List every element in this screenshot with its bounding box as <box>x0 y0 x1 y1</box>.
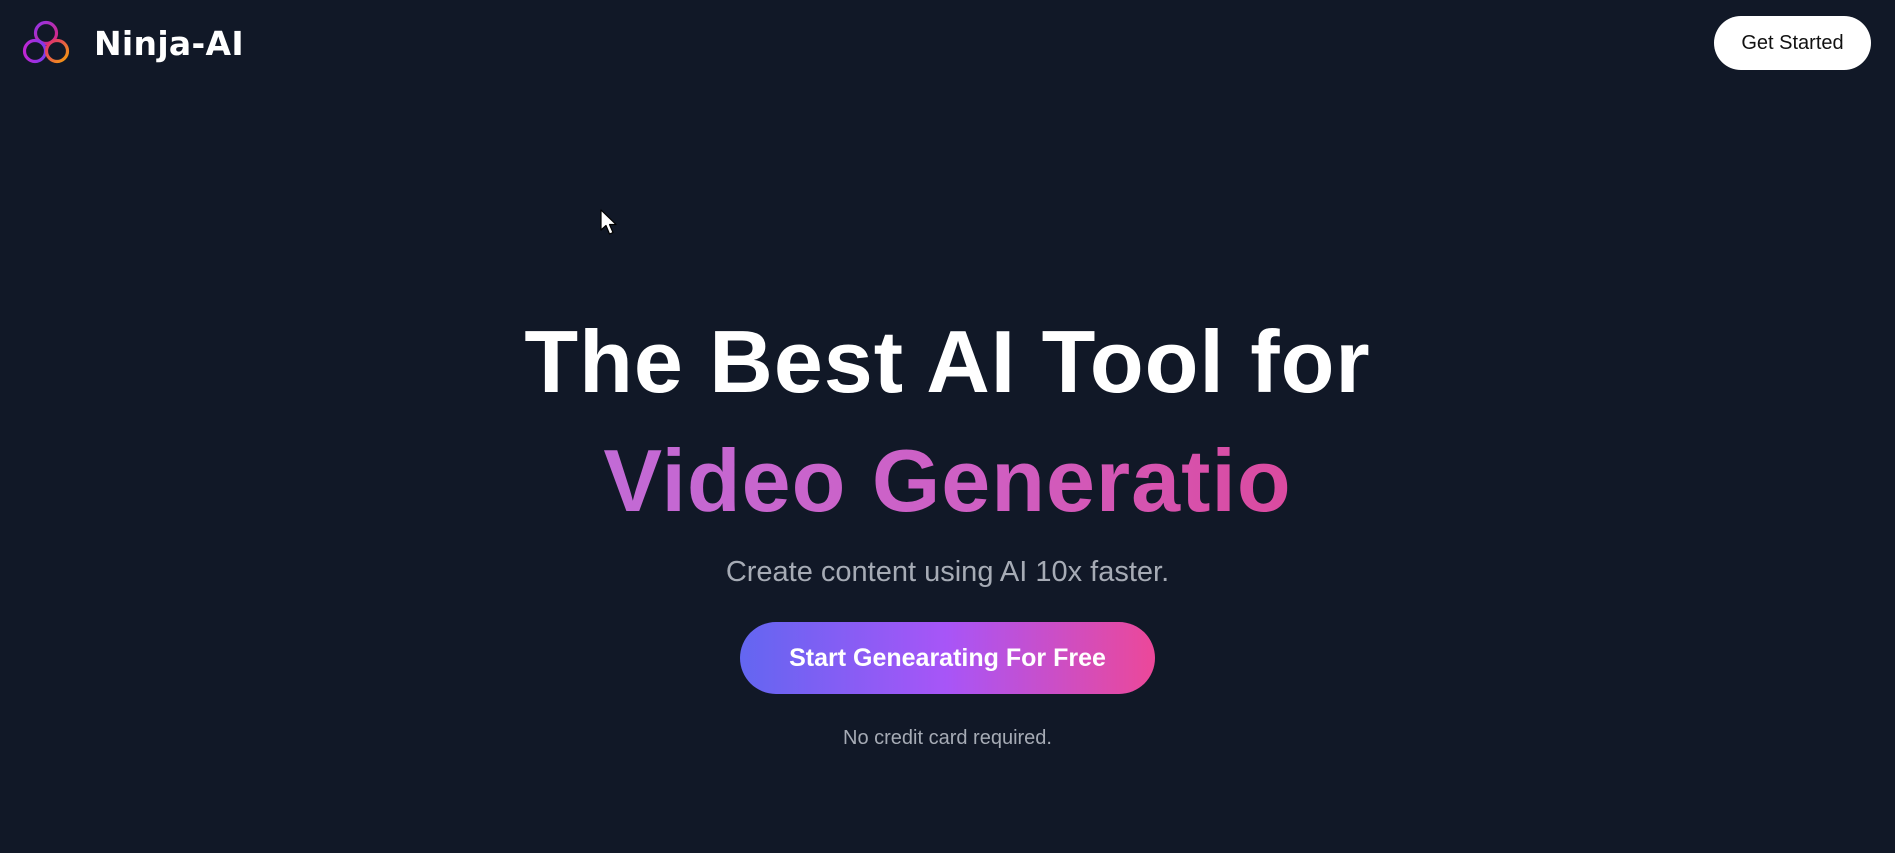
headline-highlight-text: Video Generatio <box>603 431 1292 530</box>
headline-line-2: Video Generatio <box>0 431 1895 531</box>
navbar: Ninja-AI Get Started <box>0 0 1895 86</box>
interlocking-rings-logo-icon <box>22 20 70 64</box>
headline-line-1: The Best AI Tool for <box>524 312 1371 411</box>
get-started-button[interactable]: Get Started <box>1714 16 1871 70</box>
mouse-pointer-icon <box>600 209 617 235</box>
start-generating-button[interactable]: Start Genearating For Free <box>740 622 1155 694</box>
no-credit-card-note: No credit card required. <box>843 727 1052 749</box>
brand-link[interactable]: Ninja-AI <box>22 19 244 67</box>
brand-name: Ninja-AI <box>94 23 244 63</box>
hero-subtitle: Create content using AI 10x faster. <box>725 556 1170 588</box>
landing-page: Ninja-AI Get Started The Best AI Tool fo… <box>0 0 1895 853</box>
